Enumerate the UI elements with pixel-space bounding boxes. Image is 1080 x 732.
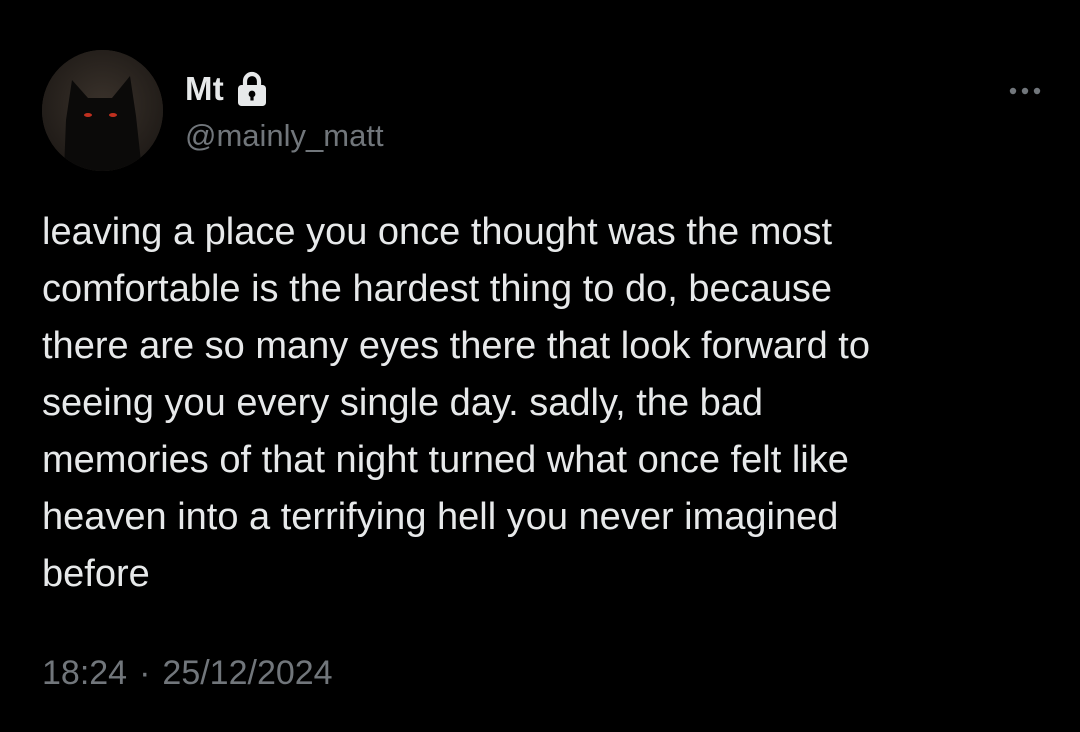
- author-name-row: Mt: [185, 66, 268, 112]
- tweet-card: Mt @mainly_matt leaving a place you once…: [0, 0, 1080, 732]
- tweet-time: 18:24: [42, 654, 128, 692]
- tweet-timestamp[interactable]: 18:24 · 25/12/2024: [42, 654, 333, 693]
- meta-separator: ·: [139, 654, 151, 692]
- avatar[interactable]: [42, 50, 163, 171]
- black-cat-avatar-icon: [42, 50, 163, 171]
- author-handle[interactable]: @mainly_matt: [185, 118, 384, 154]
- tweet-date: 25/12/2024: [162, 654, 333, 692]
- author-display-name[interactable]: Mt: [185, 70, 224, 108]
- more-icon[interactable]: [1008, 84, 1042, 98]
- tweet-text: leaving a place you once thought was the…: [42, 211, 870, 595]
- lock-icon: [236, 70, 268, 108]
